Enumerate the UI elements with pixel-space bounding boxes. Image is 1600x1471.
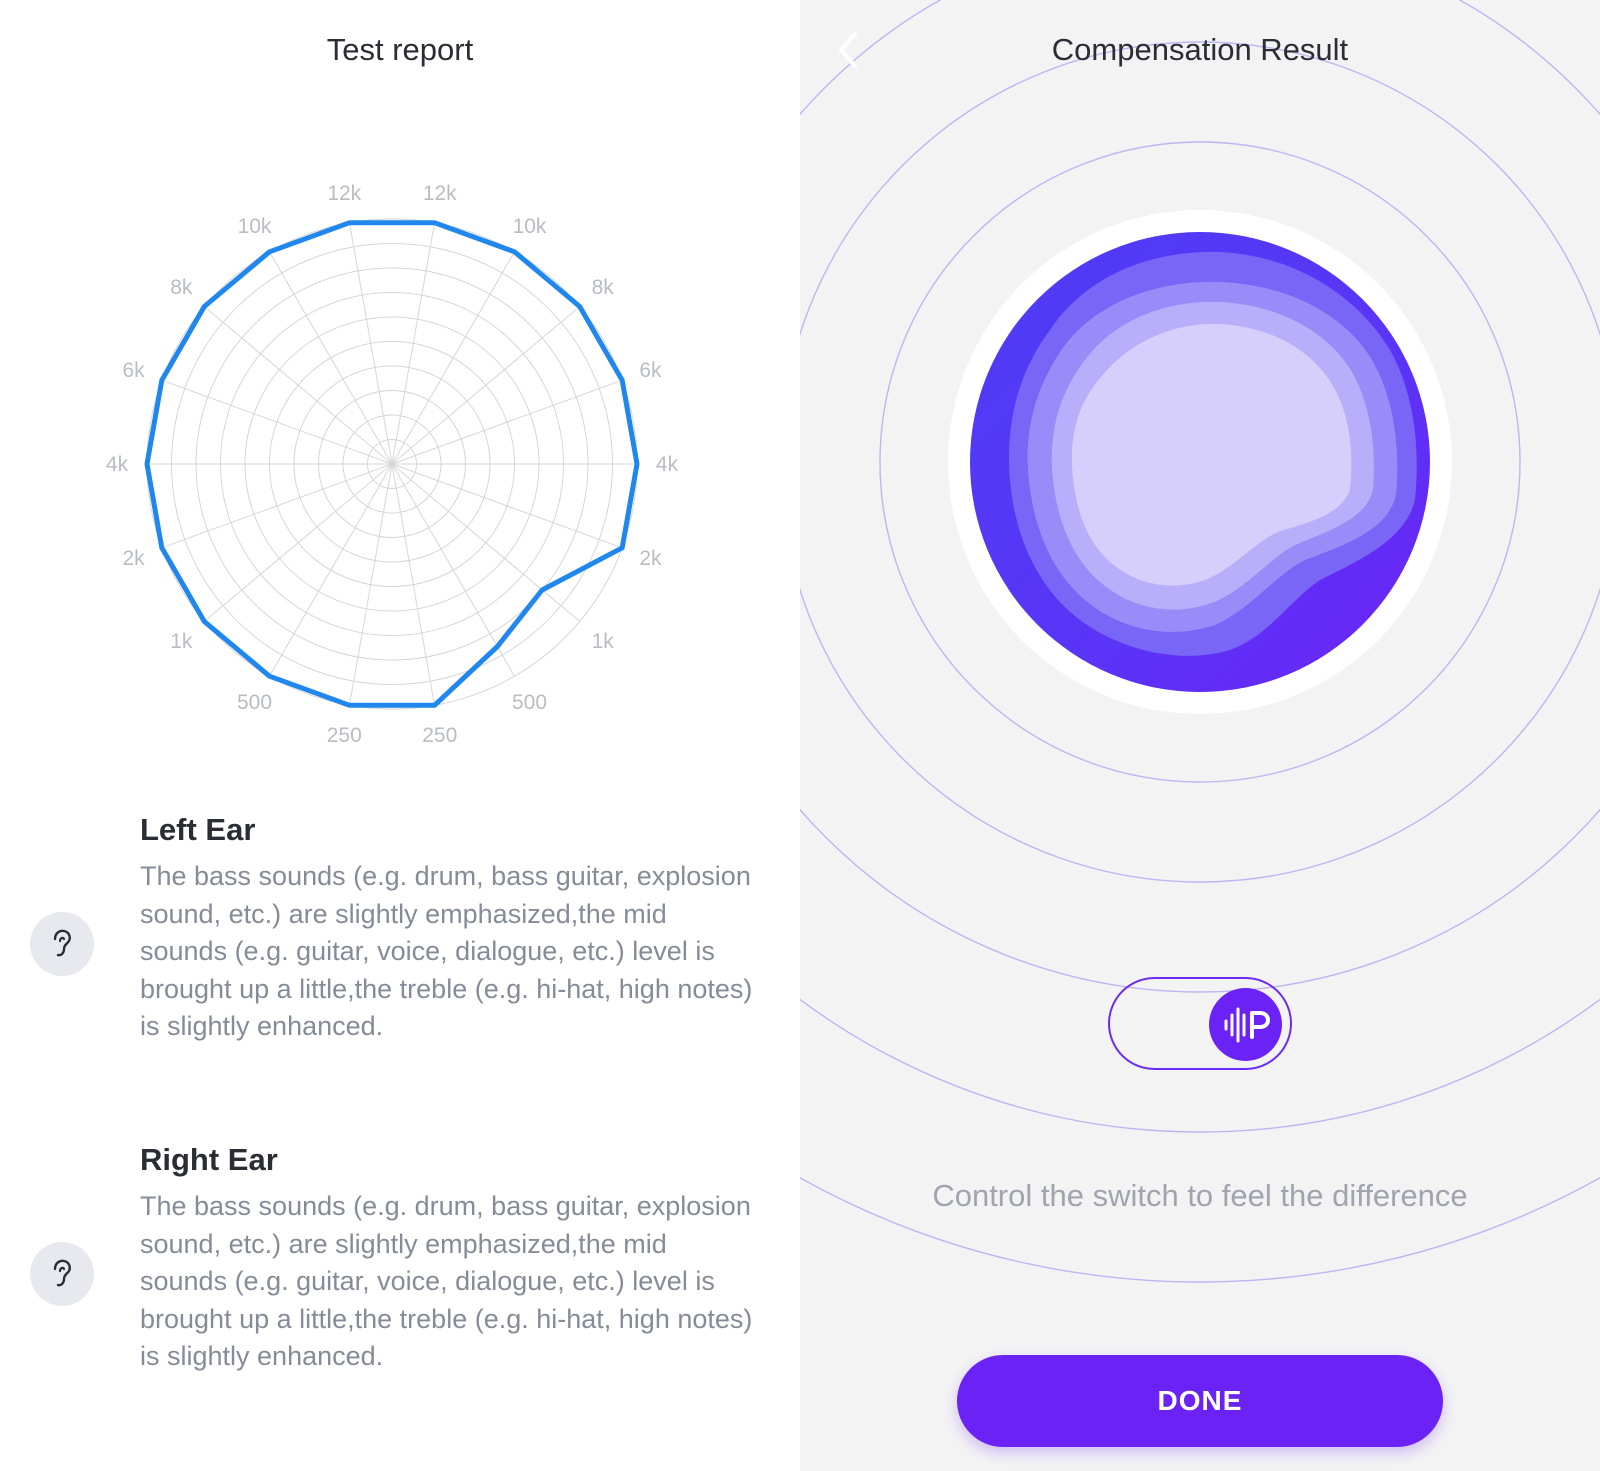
compensation-toggle[interactable] — [1108, 977, 1292, 1070]
left-ear-description: The bass sounds (e.g. drum, bass guitar,… — [140, 861, 753, 1041]
hearing-radar-chart: 12k 10k 8k 6k 4k 2k 1k 500 250 250 500 1k 2k 4k 6k 8k 10… — [106, 182, 679, 747]
radar-tick-label: 500 — [512, 691, 547, 714]
waveform-p-icon — [1224, 1007, 1270, 1042]
right-ear-icon — [30, 1242, 94, 1306]
radar-tick-label: 2k — [122, 547, 145, 570]
toggle-knob[interactable] — [1209, 988, 1282, 1061]
radar-tick-label: 8k — [170, 276, 193, 299]
compensation-result-panel: Compensation Result Control the switch t… — [800, 0, 1600, 1471]
radar-tick-label: 250 — [327, 724, 362, 747]
left-ear-icon — [30, 912, 94, 976]
hint-text: Control the switch to feel the differenc… — [932, 1178, 1468, 1213]
radar-tick-label: 2k — [639, 547, 662, 570]
radar-tick-label: 500 — [237, 691, 272, 714]
radar-tick-label: 12k — [423, 182, 457, 205]
radar-tick-label: 250 — [422, 724, 457, 747]
left-ear-heading: Left Ear — [140, 812, 256, 847]
radar-tick-label: 10k — [238, 215, 272, 238]
sound-wave-rings — [800, 0, 1600, 1283]
radar-tick-label: 4k — [106, 453, 129, 476]
right-ear-description: The bass sounds (e.g. drum, bass guitar,… — [140, 1191, 753, 1371]
page-title: Test report — [326, 32, 474, 67]
page-title: Compensation Result — [1051, 32, 1349, 67]
radar-tick-label: 1k — [592, 630, 615, 653]
radar-tick-label: 8k — [592, 276, 615, 299]
radar-tick-label: 4k — [656, 453, 679, 476]
radar-tick-label: 6k — [122, 359, 145, 382]
radar-spoke — [203, 463, 393, 622]
radar-tick-label: 12k — [327, 182, 361, 205]
radar-spoke — [203, 306, 393, 465]
radar-tick-label: 1k — [170, 630, 193, 653]
done-button[interactable]: DONE — [957, 1355, 1443, 1447]
radar-spoke — [391, 306, 581, 465]
right-ear-heading: Right Ear — [140, 1142, 278, 1177]
radar-tick-label: 6k — [639, 359, 662, 382]
test-report-panel: Test report 12k 10k 8k 6k 4k 2k 1k 500 250 250 500… — [0, 0, 800, 1471]
radar-spoke — [391, 463, 581, 622]
radar-tick-label: 10k — [513, 215, 547, 238]
